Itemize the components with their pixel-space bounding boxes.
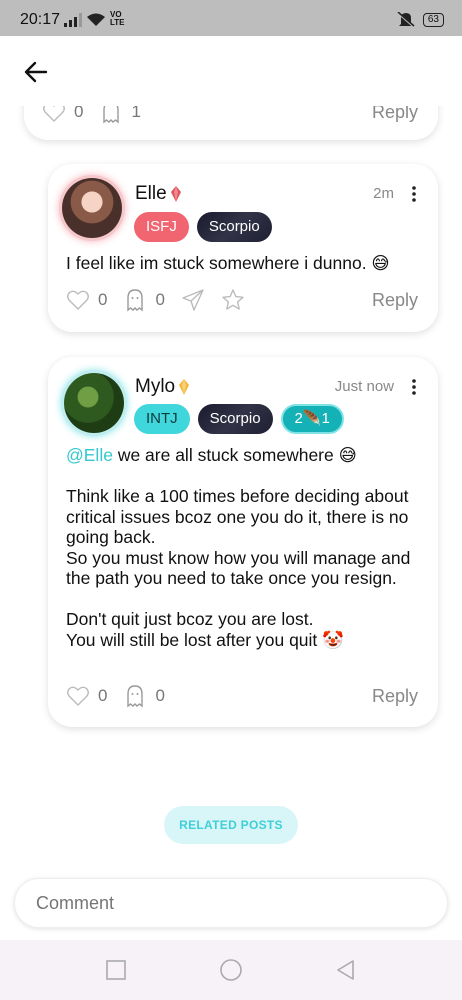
username-label: Elle — [135, 183, 167, 204]
comment-card-elle: Elle 2m ISFJ Scorpio I feel like im stuc… — [48, 164, 438, 332]
top-bar — [0, 36, 462, 106]
comment-text: @Elle we are all stuck somewhere 😅 Think… — [66, 445, 420, 650]
star-icon[interactable] — [221, 288, 245, 312]
ghost-action[interactable]: 0 — [123, 684, 165, 708]
ghost-icon[interactable] — [123, 288, 147, 312]
username-label: Mylo — [135, 376, 176, 397]
ghost-icon[interactable] — [123, 684, 147, 708]
feather-badge[interactable]: 2🪶1 — [280, 404, 344, 434]
personality-tag[interactable]: INTJ — [134, 404, 190, 434]
like-count: 0 — [98, 290, 108, 309]
ghost-count: 0 — [155, 686, 165, 705]
heart-icon[interactable] — [66, 288, 90, 312]
like-action[interactable]: 0 — [66, 684, 107, 708]
gem-icon — [179, 379, 190, 395]
like-count: 0 — [98, 686, 108, 705]
paper-plane-icon[interactable] — [181, 288, 205, 312]
status-right-icons: 63 — [397, 12, 444, 28]
reply-button[interactable]: Reply — [372, 290, 418, 311]
username[interactable]: Elle — [135, 183, 181, 205]
triangle-back-icon[interactable] — [334, 958, 358, 982]
tag-list: ISFJ Scorpio — [134, 212, 272, 242]
wifi-icon — [87, 13, 105, 26]
comment-time: 2m — [373, 185, 394, 202]
comment-time: Just now — [334, 378, 394, 395]
related-posts-button[interactable]: RELATED POSTS — [164, 806, 298, 844]
mute-icon — [397, 12, 415, 28]
arrow-left-icon[interactable] — [22, 58, 50, 86]
more-options-icon[interactable] — [410, 186, 418, 202]
gem-icon — [170, 186, 181, 202]
signal-icon — [64, 13, 82, 27]
more-options-icon[interactable] — [410, 379, 418, 395]
comment-input[interactable] — [14, 878, 448, 928]
tag-list: INTJ Scorpio 2🪶1 — [134, 404, 344, 434]
zodiac-tag[interactable]: Scorpio — [197, 404, 273, 434]
network-label: VO LTE — [110, 10, 125, 27]
comment-text: I feel like im stuck somewhere i dunno. … — [66, 253, 390, 273]
status-bar: 20:17 VO LTE 63 — [0, 0, 462, 36]
battery-icon: 63 — [422, 13, 444, 27]
circle-icon[interactable] — [219, 958, 243, 982]
zodiac-tag[interactable]: Scorpio — [196, 212, 272, 242]
comment-actions: 0 0 Reply — [66, 288, 418, 312]
status-time: 20:17 — [20, 11, 61, 28]
mention-link[interactable]: @Elle — [66, 445, 113, 465]
comment-actions: 0 0 Reply — [66, 684, 418, 708]
share-action[interactable] — [181, 288, 205, 312]
star-action[interactable] — [221, 288, 245, 312]
status-left-icons: VO LTE — [64, 11, 126, 27]
comment-card-mylo: Mylo Just now INTJ Scorpio 2🪶1 @Elle we … — [48, 357, 438, 727]
avatar[interactable] — [62, 178, 122, 238]
avatar[interactable] — [64, 373, 124, 433]
comment-body: we are all stuck somewhere 😅 Think like … — [66, 445, 411, 650]
ghost-count: 0 — [155, 290, 165, 309]
system-nav-bar — [0, 940, 462, 1000]
reply-button[interactable]: Reply — [372, 686, 418, 707]
personality-tag[interactable]: ISFJ — [134, 212, 189, 242]
username[interactable]: Mylo — [135, 376, 190, 398]
heart-icon[interactable] — [66, 684, 90, 708]
square-icon[interactable] — [104, 958, 128, 982]
like-action[interactable]: 0 — [66, 288, 107, 312]
ghost-action[interactable]: 0 — [123, 288, 165, 312]
